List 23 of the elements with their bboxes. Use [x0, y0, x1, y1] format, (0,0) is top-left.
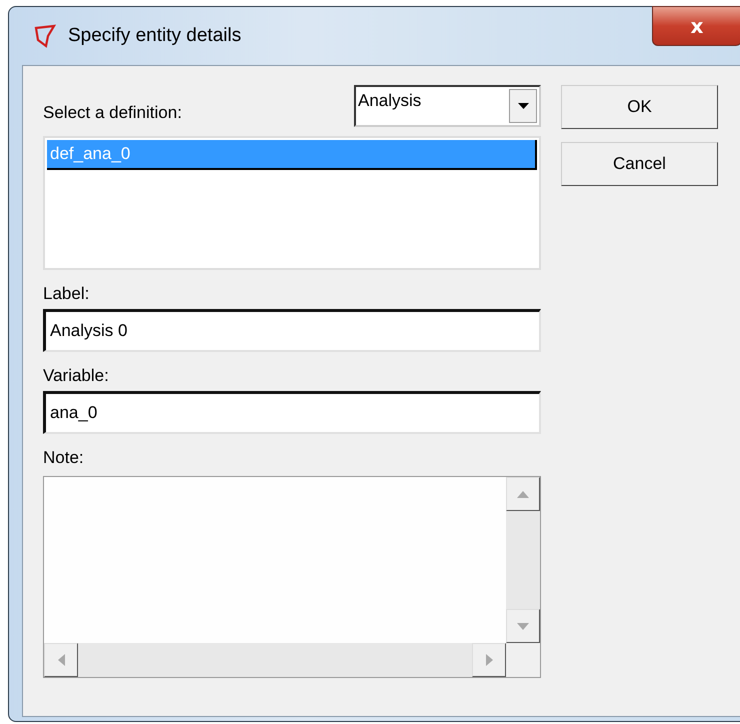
- input-field[interactable]: ana_0: [43, 391, 541, 434]
- down-arrow-icon: [517, 622, 529, 630]
- input-field[interactable]: Analysis 0: [43, 309, 541, 352]
- definition-dropdown[interactable]: Analysis: [354, 85, 541, 127]
- window-title: Specify entity details: [68, 25, 242, 47]
- left-arrow-icon: [58, 654, 64, 666]
- scroll-left-button[interactable]: [44, 643, 78, 677]
- right-arrow-icon: [486, 654, 492, 666]
- definition-label: Select a definition:: [43, 103, 182, 123]
- caret-icon: [518, 103, 528, 109]
- up-arrow-icon: [517, 490, 529, 498]
- scroll-up-button[interactable]: [506, 477, 540, 511]
- field-label: Label:: [43, 284, 90, 304]
- field-label: Variable:: [43, 366, 110, 386]
- scroll-down-button[interactable]: [506, 609, 540, 643]
- scroll-right-button[interactable]: [472, 643, 506, 677]
- note-field[interactable]: [43, 476, 541, 678]
- note-label: Note:: [43, 448, 85, 468]
- ok-button[interactable]: OK: [561, 85, 718, 129]
- close-button[interactable]: x: [652, 6, 740, 46]
- scrollbar-corner: [506, 643, 540, 677]
- cancel-button[interactable]: Cancel: [561, 142, 718, 186]
- app-icon: [34, 24, 56, 48]
